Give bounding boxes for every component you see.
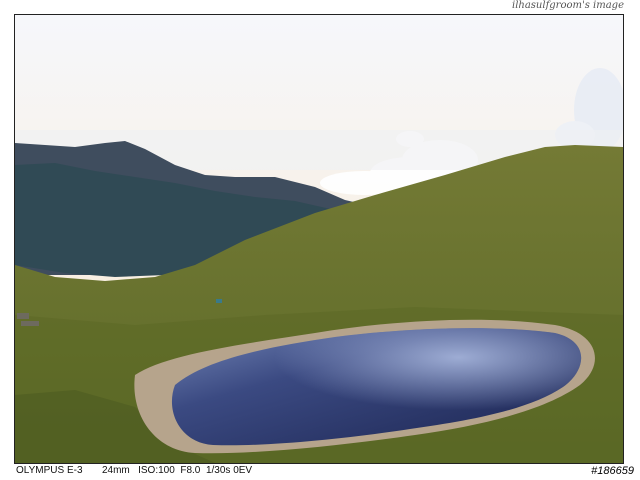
landscape-photo [15, 15, 623, 463]
exif-camera: OLYMPUS E-3 [16, 465, 83, 476]
exif-focal-length: 24mm [101, 465, 130, 476]
photo-id: #186659 [591, 465, 634, 477]
exif-shutter: 1/30s [205, 465, 231, 476]
exif-iso: ISO:100 [138, 465, 175, 476]
photo-frame [14, 14, 624, 464]
exif-aperture: F8.0 [180, 465, 201, 476]
exif-ev: 0EV [233, 465, 253, 476]
exif-info: OLYMPUS E-3 24mm ISO:100 F8.0 1/30s 0EV [16, 465, 252, 476]
tent [216, 299, 222, 303]
photographer-signature: ilhasulfgroom's image [512, 0, 624, 11]
